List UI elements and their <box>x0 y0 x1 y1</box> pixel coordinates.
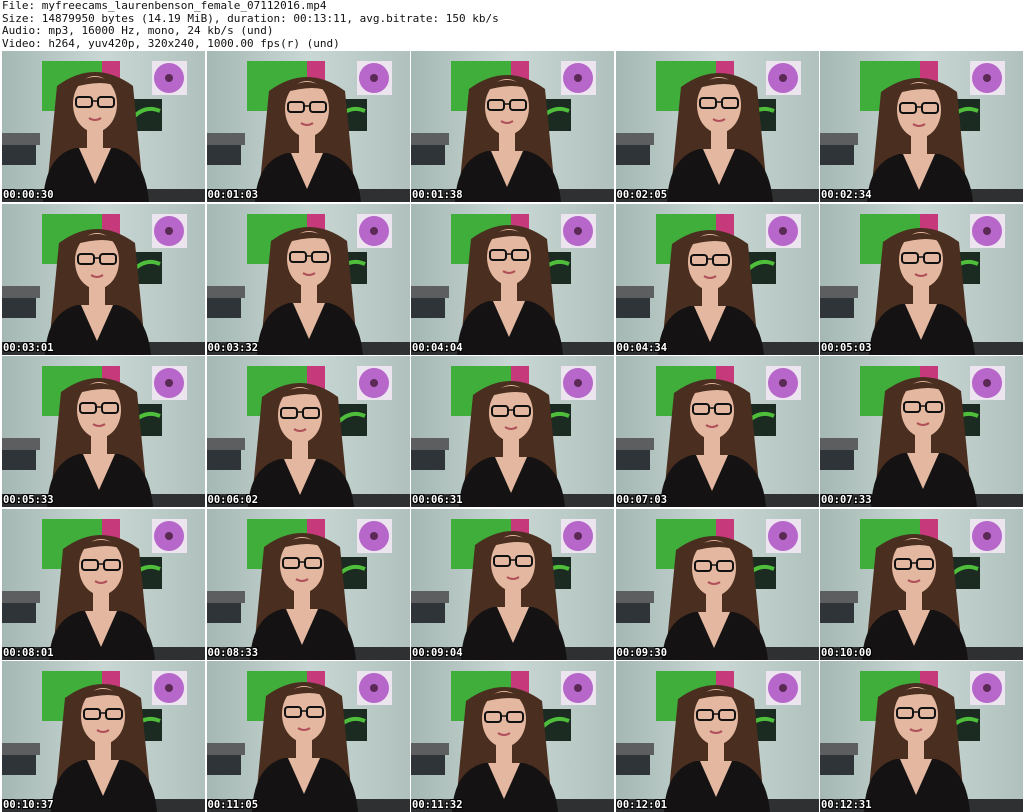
frame-image <box>2 51 205 202</box>
video-thumbnail[interactable]: 00:09:30 <box>615 508 819 660</box>
video-thumbnail[interactable]: 00:02:34 <box>820 51 1023 202</box>
frame-image <box>2 203 205 355</box>
audio-info-line: Audio: mp3, 16000 Hz, mono, 24 kb/s (und… <box>2 25 274 37</box>
frame-image <box>820 356 1023 507</box>
video-thumbnail[interactable]: 00:05:33 <box>2 356 205 507</box>
video-info-line: Video: h264, yuv420p, 320x240, 1000.00 f… <box>2 37 340 50</box>
video-thumbnail[interactable]: 00:12:31 <box>820 661 1023 812</box>
file-info-header: File: myfreecams_laurenbenson_female_071… <box>2 0 1022 50</box>
frame-image <box>615 661 819 812</box>
frame-image <box>820 661 1023 812</box>
video-thumbnail[interactable]: 00:01:03 <box>206 51 410 202</box>
video-thumbnail[interactable]: 00:04:04 <box>411 203 614 355</box>
video-thumbnail[interactable]: 00:03:32 <box>206 203 410 355</box>
video-thumbnail[interactable]: 00:07:33 <box>820 356 1023 507</box>
frame-image <box>206 51 410 202</box>
file-name-line: File: myfreecams_laurenbenson_female_071… <box>2 0 327 12</box>
video-thumbnail[interactable]: 00:01:38 <box>411 51 614 202</box>
video-thumbnail[interactable]: 00:11:32 <box>411 661 614 812</box>
frame-image <box>2 508 205 660</box>
video-thumbnail[interactable]: 00:08:01 <box>2 508 205 660</box>
video-thumbnail[interactable]: 00:02:05 <box>615 51 819 202</box>
video-thumbnail[interactable]: 00:04:34 <box>615 203 819 355</box>
frame-image <box>2 661 205 812</box>
thumbnail-grid: 00:00:30 00:01:03 00:01:38 00:02:05 00:0… <box>2 51 1023 812</box>
frame-image <box>411 203 614 355</box>
video-thumbnail[interactable]: 00:12:01 <box>615 661 819 812</box>
video-thumbnail[interactable]: 00:07:03 <box>615 356 819 507</box>
video-thumbnail[interactable]: 00:10:00 <box>820 508 1023 660</box>
video-thumbnail[interactable]: 00:09:04 <box>411 508 614 660</box>
frame-image <box>206 508 410 660</box>
video-thumbnail[interactable]: 00:05:03 <box>820 203 1023 355</box>
frame-image <box>615 508 819 660</box>
video-thumbnail[interactable]: 00:10:37 <box>2 661 205 812</box>
frame-image <box>615 51 819 202</box>
video-thumbnail[interactable]: 00:06:31 <box>411 356 614 507</box>
frame-image <box>615 356 819 507</box>
file-size-line: Size: 14879950 bytes (14.19 MiB), durati… <box>2 12 499 25</box>
frame-image <box>2 356 205 507</box>
frame-image <box>615 203 819 355</box>
video-thumbnail[interactable]: 00:11:05 <box>206 661 410 812</box>
frame-image <box>411 51 614 202</box>
frame-image <box>411 661 614 812</box>
frame-image <box>820 51 1023 202</box>
video-thumbnail[interactable]: 00:00:30 <box>2 51 205 202</box>
frame-image <box>206 356 410 507</box>
frame-image <box>820 203 1023 355</box>
frame-image <box>411 356 614 507</box>
video-thumbnail[interactable]: 00:08:33 <box>206 508 410 660</box>
frame-image <box>206 661 410 812</box>
frame-image <box>411 508 614 660</box>
frame-image <box>820 508 1023 660</box>
video-thumbnail[interactable]: 00:06:02 <box>206 356 410 507</box>
video-thumbnail[interactable]: 00:03:01 <box>2 203 205 355</box>
frame-image <box>206 203 410 355</box>
